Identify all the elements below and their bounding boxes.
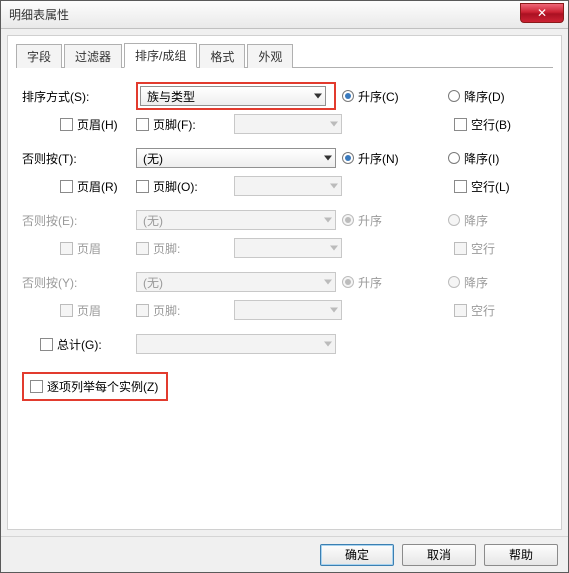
footer-combo-1	[234, 114, 342, 134]
chevron-down-icon	[324, 156, 332, 161]
footer-combo-3	[234, 238, 342, 258]
chevron-down-icon	[330, 246, 338, 251]
asc-radio-3: 升序	[342, 212, 442, 229]
blank-check-4: 空行	[454, 302, 553, 319]
footer-check-1[interactable]: 页脚(F):	[136, 116, 228, 133]
button-bar: 确定 取消 帮助	[1, 536, 568, 572]
then-by-e-label: 否则按(E):	[22, 212, 130, 229]
chevron-down-icon	[330, 184, 338, 189]
sort-by-highlight: 族与类型	[136, 82, 336, 110]
tab-filter[interactable]: 过滤器	[64, 44, 122, 68]
chevron-down-icon	[324, 342, 332, 347]
then-by-e-combo: (无)	[136, 210, 336, 230]
desc-radio-2[interactable]: 降序(I)	[448, 150, 548, 167]
chevron-down-icon	[330, 122, 338, 127]
header-check-4: 页眉	[60, 302, 130, 319]
asc-radio-1[interactable]: 升序(C)	[342, 88, 442, 105]
footer-combo-4	[234, 300, 342, 320]
cancel-button[interactable]: 取消	[402, 544, 476, 566]
close-icon: ✕	[537, 6, 547, 20]
tab-body: 排序方式(S): 族与类型 升序(C) 降序(D)	[16, 68, 553, 525]
then-by-t-combo[interactable]: (无)	[136, 148, 336, 168]
then-by-y-combo: (无)	[136, 272, 336, 292]
ok-button[interactable]: 确定	[320, 544, 394, 566]
footer-check-2[interactable]: 页脚(O):	[136, 178, 228, 195]
then-by-t-value: (无)	[143, 150, 163, 167]
header-check-2[interactable]: 页眉(R)	[60, 178, 130, 195]
sort-by-value: 族与类型	[147, 88, 195, 105]
grand-total-combo	[136, 334, 336, 354]
client-area: 字段 过滤器 排序/成组 格式 外观 排序方式(S): 族与类型 升序(C)	[7, 35, 562, 530]
desc-radio-3: 降序	[448, 212, 548, 229]
tab-format[interactable]: 格式	[199, 44, 245, 68]
help-button[interactable]: 帮助	[484, 544, 558, 566]
chevron-down-icon	[314, 94, 322, 99]
desc-radio-4: 降序	[448, 274, 548, 291]
footer-check-3: 页脚:	[136, 240, 228, 257]
sort-by-combo[interactable]: 族与类型	[140, 86, 326, 106]
close-button[interactable]: ✕	[520, 3, 564, 23]
blank-check-1[interactable]: 空行(B)	[454, 116, 553, 133]
window-title: 明细表属性	[9, 6, 69, 23]
then-by-y-label: 否则按(Y):	[22, 274, 130, 291]
footer-check-4: 页脚:	[136, 302, 228, 319]
blank-check-2[interactable]: 空行(L)	[454, 178, 553, 195]
asc-radio-4: 升序	[342, 274, 442, 291]
chevron-down-icon	[330, 308, 338, 313]
chevron-down-icon	[324, 280, 332, 285]
tabstrip: 字段 过滤器 排序/成组 格式 外观	[16, 44, 553, 68]
desc-radio-1[interactable]: 降序(D)	[448, 88, 548, 105]
footer-combo-2	[234, 176, 342, 196]
tab-appearance[interactable]: 外观	[247, 44, 293, 68]
tab-sort-group[interactable]: 排序/成组	[124, 43, 197, 68]
header-check-1[interactable]: 页眉(H)	[60, 116, 130, 133]
itemize-check[interactable]: 逐项列举每个实例(Z)	[22, 372, 168, 401]
asc-radio-2[interactable]: 升序(N)	[342, 150, 442, 167]
sort-by-label: 排序方式(S):	[22, 88, 130, 105]
titlebar: 明细表属性 ✕	[1, 1, 568, 29]
tab-fields[interactable]: 字段	[16, 44, 62, 68]
grand-total-check[interactable]: 总计(G):	[22, 336, 130, 353]
chevron-down-icon	[324, 218, 332, 223]
then-by-t-label: 否则按(T):	[22, 150, 130, 167]
header-check-3: 页眉	[60, 240, 130, 257]
dialog-window: 明细表属性 ✕ 字段 过滤器 排序/成组 格式 外观 排序方式(S): 族与类型	[0, 0, 569, 573]
blank-check-3: 空行	[454, 240, 553, 257]
